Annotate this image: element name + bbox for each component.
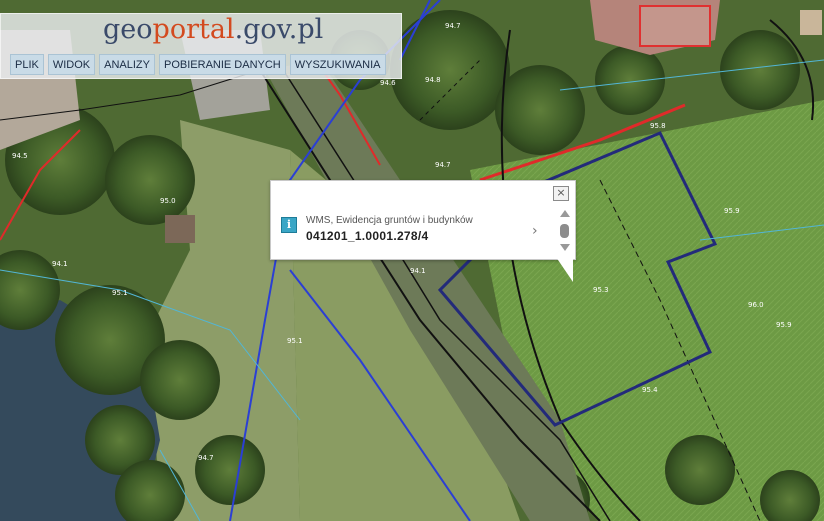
elevation-label: 95.4: [642, 386, 658, 394]
menu-plik[interactable]: PLIK: [10, 54, 44, 75]
geoportal-logo[interactable]: geoportal.gov.pl: [103, 14, 323, 45]
header-panel: geoportal.gov.pl PLIK WIDOK ANALIZY POBI…: [0, 13, 402, 79]
next-arrow-icon[interactable]: ›: [532, 223, 538, 239]
menu-pobieranie-danych[interactable]: POBIERANIE DANYCH: [159, 54, 286, 75]
elevation-label: 95.9: [776, 321, 792, 329]
close-icon[interactable]: ×: [553, 186, 569, 201]
parcel-id[interactable]: 041201_1.0001.278/4: [306, 229, 428, 243]
elevation-label: 94.7: [445, 22, 461, 30]
logo-part: .gov.pl: [234, 14, 324, 45]
logo-part: ge: [103, 14, 137, 45]
menu-analizy[interactable]: ANALIZY: [99, 54, 155, 75]
elevation-label: 95.1: [112, 289, 128, 297]
popup-pointer: [556, 257, 573, 282]
scroll-down-arrow[interactable]: [560, 244, 570, 251]
elevation-label: 95.8: [650, 122, 666, 130]
layer-name: WMS, Ewidencja gruntów i budynków: [306, 215, 473, 226]
elevation-label: 95.3: [593, 286, 609, 294]
elevation-label: 94.8: [425, 76, 441, 84]
feature-info-popup: × i WMS, Ewidencja gruntów i budynków 04…: [270, 180, 576, 260]
scroll-up-arrow[interactable]: [560, 210, 570, 217]
elevation-label: 95.0: [160, 197, 176, 205]
logo-part: o: [136, 14, 153, 45]
elevation-label: 94.7: [435, 161, 451, 169]
main-menu: PLIK WIDOK ANALIZY POBIERANIE DANYCH WYS…: [10, 54, 386, 75]
scrollbar-thumb[interactable]: [560, 224, 569, 238]
elevation-label: 94.6: [380, 79, 396, 87]
elevation-label: 94.1: [410, 267, 426, 275]
elevation-label: 94.5: [12, 152, 28, 160]
menu-wyszukiwania[interactable]: WYSZUKIWANIA: [289, 54, 386, 75]
elevation-label: 95.9: [724, 207, 740, 215]
menu-widok[interactable]: WIDOK: [47, 54, 96, 75]
elevation-label: 95.1: [287, 337, 303, 345]
info-icon: i: [281, 217, 297, 233]
elevation-label: 94.1: [52, 260, 68, 268]
elevation-label: 96.0: [748, 301, 764, 309]
logo-part: portal: [152, 14, 235, 45]
elevation-label: 94.7: [198, 454, 214, 462]
